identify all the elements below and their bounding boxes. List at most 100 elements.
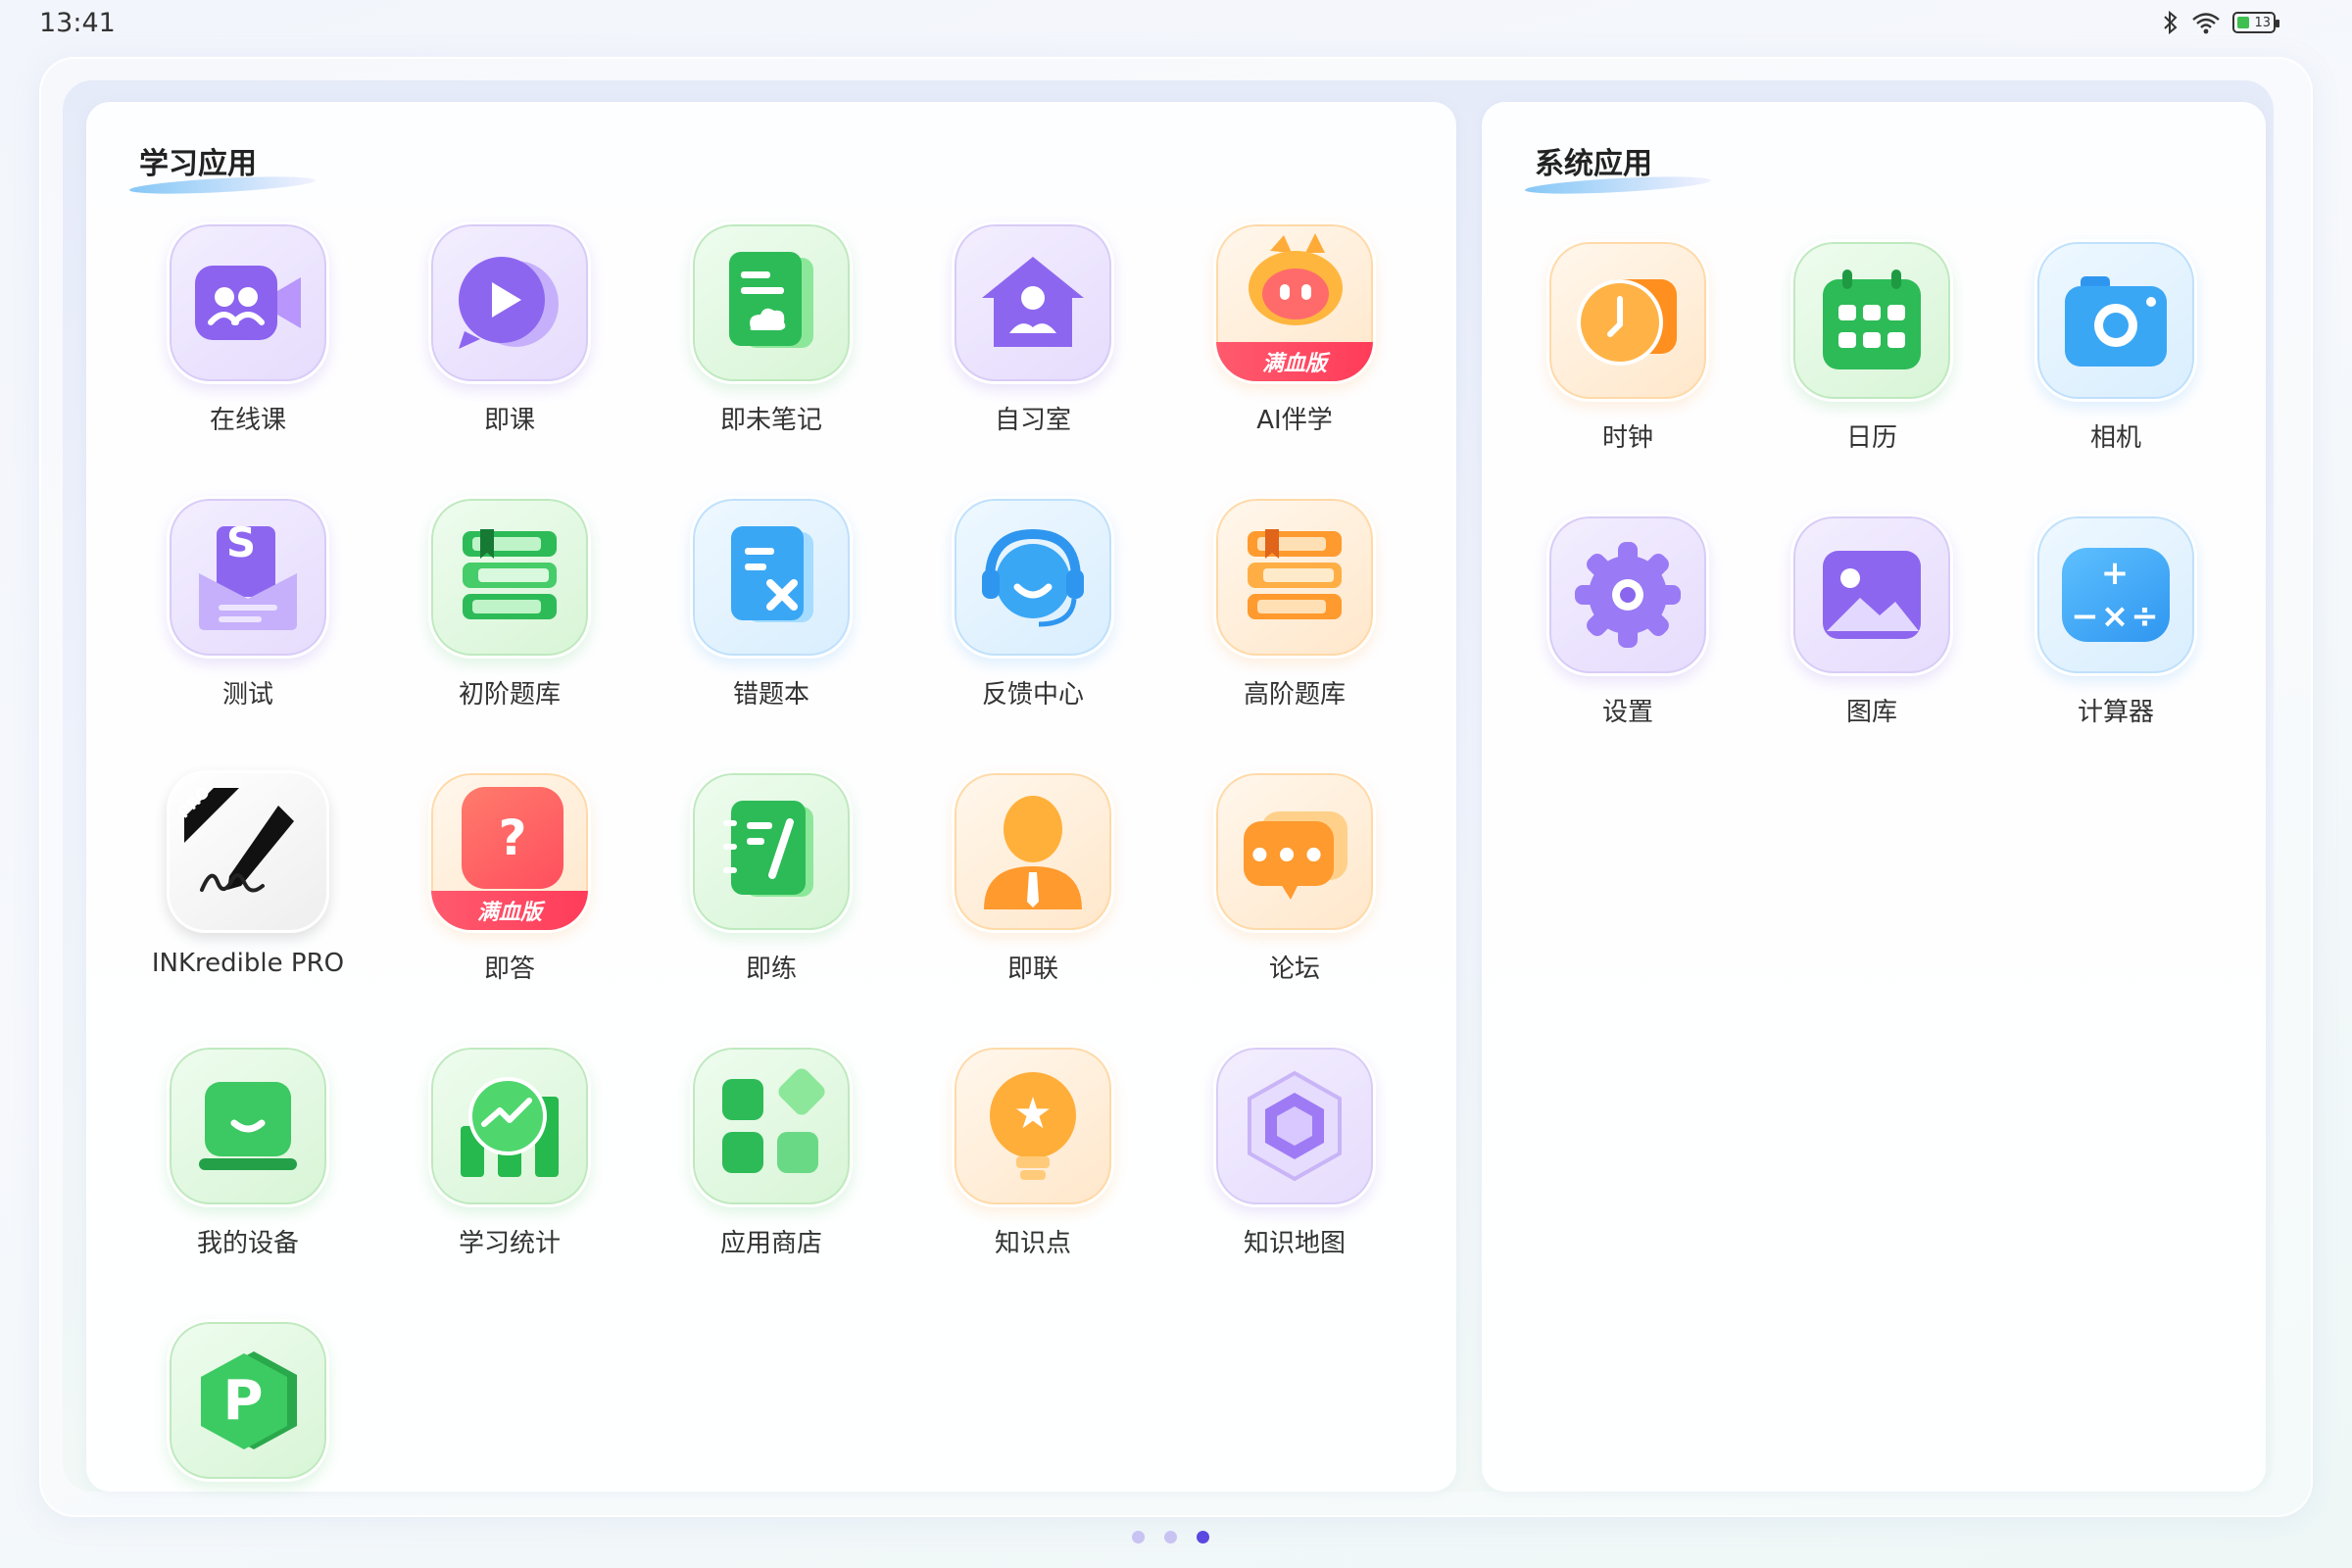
- app-notes[interactable]: 即未笔记: [659, 221, 884, 457]
- app-label: 图库: [1845, 698, 1897, 727]
- app-camera[interactable]: 相机: [2003, 239, 2229, 474]
- app-label: 设置: [1601, 698, 1653, 727]
- app-label: 测试: [221, 680, 273, 710]
- app-my-device[interactable]: 我的设备: [135, 1045, 361, 1280]
- my-device-app-icon[interactable]: [167, 1045, 329, 1207]
- app-study-stats[interactable]: 学习统计: [397, 1045, 622, 1280]
- app-label: 反馈中心: [981, 680, 1084, 710]
- app-label: 即练: [745, 955, 797, 984]
- app-grid-icon: [722, 1068, 825, 1173]
- app-ai-companion[interactable]: 满血版 AI伴学: [1182, 221, 1407, 457]
- calendar-app-icon[interactable]: [1790, 239, 1953, 402]
- gallery-app-icon[interactable]: [1790, 514, 1953, 676]
- app-mistake-book[interactable]: 错题本: [659, 496, 884, 731]
- inkredible-pro-app-icon[interactable]: PRO: [167, 770, 329, 933]
- app-knowledge-point[interactable]: ★ 知识点: [920, 1045, 1146, 1280]
- contact-app-icon[interactable]: [952, 770, 1114, 933]
- hexagon-cube-icon: [1248, 1070, 1342, 1182]
- app-label: 相机: [2089, 423, 2141, 453]
- basic-question-bank-app-icon[interactable]: [428, 496, 591, 659]
- app-advanced-question-bank[interactable]: 高阶题库: [1182, 496, 1407, 731]
- p-app-icon[interactable]: P: [167, 1319, 329, 1482]
- camera-app-icon[interactable]: [2034, 239, 2197, 402]
- book-stack-icon: [463, 529, 557, 619]
- wrong-note-icon: [731, 526, 813, 622]
- practice-app-icon[interactable]: [690, 770, 853, 933]
- page-dot[interactable]: [1132, 1531, 1145, 1544]
- app-settings[interactable]: 设置: [1515, 514, 1740, 749]
- play-bubble-icon: [459, 257, 559, 349]
- settings-app-icon[interactable]: [1546, 514, 1709, 676]
- test-glyph: S: [225, 517, 257, 566]
- app-forum[interactable]: ••• 论坛: [1182, 770, 1407, 1005]
- system-apps-panel: 系统应用 时钟 日历 相机 设置 图库 +−×÷ 计算器: [1482, 102, 2266, 1492]
- video-class-icon: [195, 266, 301, 340]
- calculator-symbols-glyph: +−×÷: [2062, 548, 2170, 642]
- calculator-app-icon[interactable]: +−×÷: [2034, 514, 2197, 676]
- pen-signature-icon: [184, 788, 294, 893]
- app-jilian-contact[interactable]: 即联: [920, 770, 1146, 1005]
- app-jilian-practice[interactable]: 即练: [659, 770, 884, 1005]
- test-app-icon[interactable]: S: [167, 496, 329, 659]
- feedback-app-icon[interactable]: [952, 496, 1114, 659]
- app-label: 我的设备: [196, 1229, 299, 1258]
- app-label: 自习室: [994, 406, 1071, 435]
- jike-app-icon[interactable]: [428, 221, 591, 384]
- app-p[interactable]: P: [135, 1319, 361, 1554]
- notes-app-icon[interactable]: [690, 221, 853, 384]
- app-label: 即联: [1006, 955, 1058, 984]
- forum-app-icon[interactable]: •••: [1213, 770, 1376, 933]
- app-calendar[interactable]: 日历: [1759, 239, 1984, 474]
- study-room-app-icon[interactable]: [952, 221, 1114, 384]
- gear-icon: [1575, 542, 1681, 648]
- app-label: 即答: [483, 955, 535, 984]
- app-label: 日历: [1845, 423, 1897, 453]
- app-knowledge-map[interactable]: 知识地图: [1182, 1045, 1407, 1280]
- page-dot-active[interactable]: [1197, 1531, 1209, 1544]
- house-reader-icon: [982, 257, 1084, 347]
- app-basic-question-bank[interactable]: 初阶题库: [397, 496, 622, 731]
- app-calculator[interactable]: +−×÷ 计算器: [2003, 514, 2229, 749]
- app-label: 论坛: [1268, 955, 1320, 984]
- ai-companion-app-icon[interactable]: 满血版: [1213, 221, 1376, 384]
- p-glyph: P: [222, 1368, 264, 1433]
- online-class-app-icon[interactable]: [167, 221, 329, 384]
- wifi-icon: [2192, 13, 2220, 34]
- app-label: 知识地图: [1243, 1229, 1346, 1258]
- app-study-room[interactable]: 自习室: [920, 221, 1146, 457]
- app-label: 时钟: [1601, 423, 1653, 453]
- clock-app-icon[interactable]: [1546, 239, 1709, 402]
- jida-app-icon[interactable]: ? 满血版: [428, 770, 591, 933]
- app-label: 即课: [483, 406, 535, 435]
- battery-charging-fill: [2237, 17, 2249, 28]
- study-stats-app-icon[interactable]: [428, 1045, 591, 1207]
- app-store-app-icon[interactable]: [690, 1045, 853, 1207]
- knowledge-map-app-icon[interactable]: [1213, 1045, 1376, 1207]
- advanced-question-bank-app-icon[interactable]: [1213, 496, 1376, 659]
- app-feedback[interactable]: 反馈中心: [920, 496, 1146, 731]
- app-label: 知识点: [994, 1229, 1071, 1258]
- app-online-class[interactable]: 在线课: [135, 221, 361, 457]
- app-gallery[interactable]: 图库: [1759, 514, 1984, 749]
- app-clock[interactable]: 时钟: [1515, 239, 1740, 474]
- app-label: 错题本: [732, 680, 809, 710]
- mistake-book-app-icon[interactable]: [690, 496, 853, 659]
- mascot-icon: [1249, 233, 1343, 325]
- app-jike[interactable]: 即课: [397, 221, 622, 457]
- app-inkredible-pro[interactable]: PRO INKredible PRO: [135, 770, 361, 1005]
- full-version-banner: 满血版: [431, 891, 588, 930]
- app-jida[interactable]: ? 满血版 即答: [397, 770, 622, 1005]
- app-store[interactable]: 应用商店: [659, 1045, 884, 1280]
- app-label: 在线课: [209, 406, 286, 435]
- app-test[interactable]: S 测试: [135, 496, 361, 731]
- cloud-note-icon: [729, 252, 813, 348]
- page-dot[interactable]: [1164, 1531, 1177, 1544]
- knowledge-point-app-icon[interactable]: ★: [952, 1045, 1114, 1207]
- camera-icon: [2065, 276, 2167, 367]
- battery-level: 13: [2254, 15, 2271, 30]
- bluetooth-icon: [2164, 10, 2178, 35]
- app-label: 即未笔记: [719, 406, 822, 435]
- status-bar: 13:41 13: [0, 0, 2352, 49]
- full-version-banner: 满血版: [1216, 342, 1373, 381]
- app-label: 计算器: [2077, 698, 2154, 727]
